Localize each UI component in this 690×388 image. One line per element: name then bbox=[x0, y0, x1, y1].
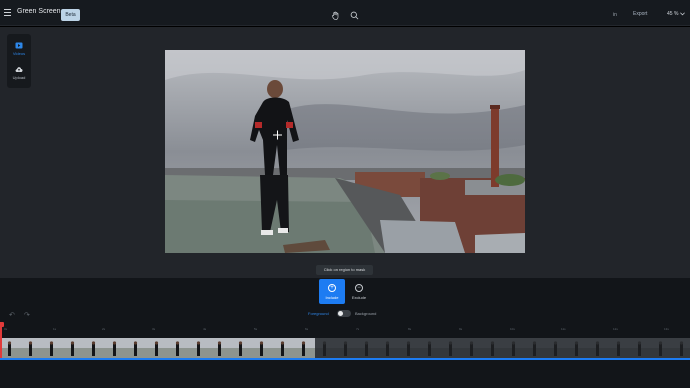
toggle-knob bbox=[338, 311, 343, 316]
cloud-upload-icon bbox=[15, 67, 23, 72]
tick-label: 9s bbox=[459, 327, 463, 331]
timeline-thumbnail bbox=[0, 338, 21, 360]
timeline-thumbnail bbox=[588, 338, 609, 360]
timeline-thumbnail bbox=[273, 338, 294, 360]
timeline-thumbnail bbox=[210, 338, 231, 360]
tick-label: 11s bbox=[561, 327, 566, 331]
minus-circle-icon: − bbox=[355, 283, 363, 292]
tick-label: 5s bbox=[254, 327, 258, 331]
timeline-thumbnail bbox=[609, 338, 630, 360]
tick-label: 4s bbox=[203, 327, 207, 331]
timeline-thumbnail bbox=[42, 338, 63, 360]
timeline-thumbnail bbox=[315, 338, 336, 360]
timeline-thumbnail bbox=[567, 338, 588, 360]
timeline-thumbnail bbox=[441, 338, 462, 360]
menu-icon[interactable] bbox=[4, 9, 11, 16]
timeline-thumbnail bbox=[546, 338, 567, 360]
timeline-thumbnail bbox=[504, 338, 525, 360]
tick-label: 8s bbox=[408, 327, 412, 331]
zoom-select[interactable]: 45 % bbox=[667, 11, 686, 17]
timeline-thumbnail bbox=[63, 338, 84, 360]
sidebar-item-upload[interactable]: Upload bbox=[7, 62, 31, 84]
timeline-thumbnail bbox=[126, 338, 147, 360]
timeline-thumbnail bbox=[672, 338, 690, 360]
timeline-thumbnail bbox=[294, 338, 315, 360]
video-preview[interactable] bbox=[165, 50, 525, 253]
timeline-thumbnail bbox=[189, 338, 210, 360]
timeline-thumbnail bbox=[420, 338, 441, 360]
timeline-thumbnail bbox=[462, 338, 483, 360]
zoom-value: 45 % bbox=[667, 11, 679, 17]
tick-label: 13s bbox=[664, 327, 669, 331]
foreground-label[interactable]: Foreground bbox=[308, 311, 329, 316]
in-label: in bbox=[613, 12, 617, 18]
timeline-thumbnail bbox=[252, 338, 273, 360]
beta-badge: Beta bbox=[61, 9, 80, 21]
tick-label: 6s bbox=[305, 327, 309, 331]
tick-label: 1s bbox=[53, 327, 57, 331]
tick-label: 3s bbox=[152, 327, 156, 331]
sidebar-item-label: Upload bbox=[12, 75, 26, 80]
side-panel: Videos Upload bbox=[7, 34, 31, 88]
mask-tooltip: Click on region to mask bbox=[316, 265, 373, 275]
undo-icon[interactable]: ↶ bbox=[9, 311, 15, 319]
tick-label: 10s bbox=[510, 327, 515, 331]
timeline-thumbnail bbox=[357, 338, 378, 360]
app-title: Green Screen bbox=[17, 8, 61, 15]
sidebar-item-label: Videos bbox=[12, 51, 26, 56]
exclude-label: Exclude bbox=[351, 294, 367, 300]
exclude-button[interactable]: − Exclude bbox=[346, 279, 372, 304]
tick-label: 7s bbox=[356, 327, 360, 331]
timeline-thumbnail bbox=[525, 338, 546, 360]
timeline-thumbnail bbox=[84, 338, 105, 360]
export-button[interactable]: Export bbox=[633, 11, 647, 17]
hand-icon[interactable] bbox=[331, 11, 340, 20]
include-label: Include bbox=[325, 294, 339, 300]
foreground-background-toggle[interactable] bbox=[337, 310, 351, 317]
search-icon[interactable] bbox=[350, 11, 359, 20]
timeline-thumbnail bbox=[147, 338, 168, 360]
timeline-thumbnail bbox=[105, 338, 126, 360]
timeline-thumbnail bbox=[630, 338, 651, 360]
video-icon bbox=[15, 42, 23, 49]
sidebar-item-videos[interactable]: Videos bbox=[7, 38, 31, 60]
timeline-thumbnail bbox=[651, 338, 672, 360]
timeline-selection-line bbox=[0, 358, 690, 360]
redo-icon[interactable]: ↷ bbox=[24, 311, 30, 319]
timeline-thumbnail bbox=[168, 338, 189, 360]
chevron-down-icon bbox=[680, 12, 686, 16]
timeline-thumbnail bbox=[399, 338, 420, 360]
timeline-ruler: 0s 1s 2s 3s 4s 5s 6s 7s 8s 9s 10s 11s 12… bbox=[0, 325, 690, 335]
timeline-thumbnail bbox=[231, 338, 252, 360]
background-label[interactable]: Background bbox=[355, 311, 376, 316]
timeline-thumbnail bbox=[336, 338, 357, 360]
top-bar: Green Screen Beta in Export 45 % bbox=[0, 0, 690, 26]
playhead[interactable] bbox=[0, 326, 2, 358]
tick-label: 0s bbox=[4, 327, 8, 331]
timeline-thumbnail bbox=[483, 338, 504, 360]
timeline-thumbnail bbox=[378, 338, 399, 360]
plus-circle-icon: + bbox=[328, 283, 336, 292]
tick-label: 12s bbox=[613, 327, 618, 331]
tick-label: 2s bbox=[102, 327, 106, 331]
timeline-thumbnail bbox=[21, 338, 42, 360]
include-button[interactable]: + Include bbox=[319, 279, 345, 304]
